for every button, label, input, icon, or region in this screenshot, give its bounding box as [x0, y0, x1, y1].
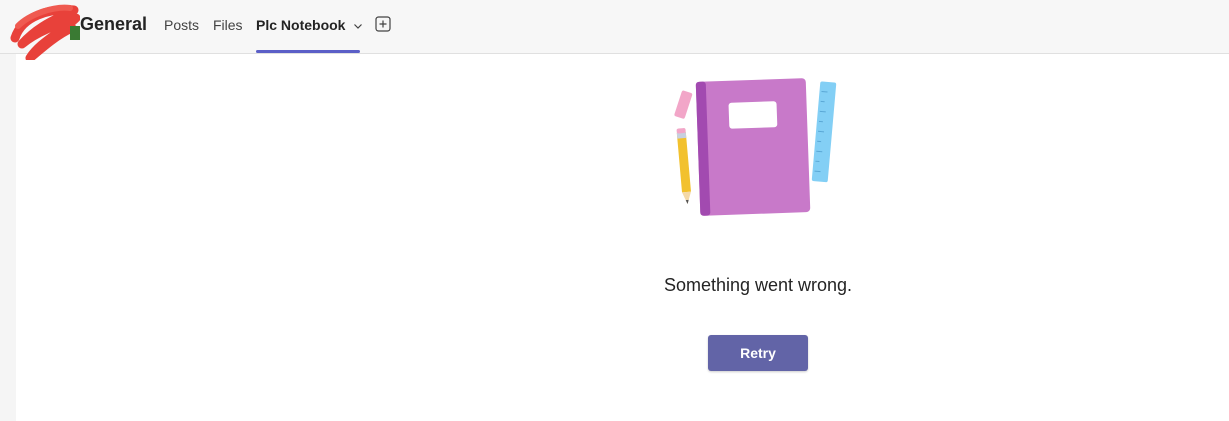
tab-files[interactable]: Files: [213, 16, 243, 34]
channel-title: General: [80, 14, 148, 34]
team-avatar[interactable]: [10, 2, 80, 60]
channel-header: General Posts Files Plc Notebook: [0, 0, 1229, 60]
active-tab-indicator: [256, 50, 360, 53]
chevron-down-icon[interactable]: [353, 21, 363, 31]
tab-plc-notebook-label: Plc Notebook: [256, 17, 346, 33]
tab-plc-notebook[interactable]: Plc Notebook: [256, 16, 363, 34]
error-message: Something went wrong.: [663, 275, 853, 295]
add-tab-plus-icon[interactable]: [375, 16, 391, 32]
tab-posts[interactable]: Posts: [164, 16, 199, 34]
left-rail: [0, 0, 16, 421]
retry-button[interactable]: Retry: [708, 335, 808, 371]
notebook-illustration: [674, 78, 837, 216]
